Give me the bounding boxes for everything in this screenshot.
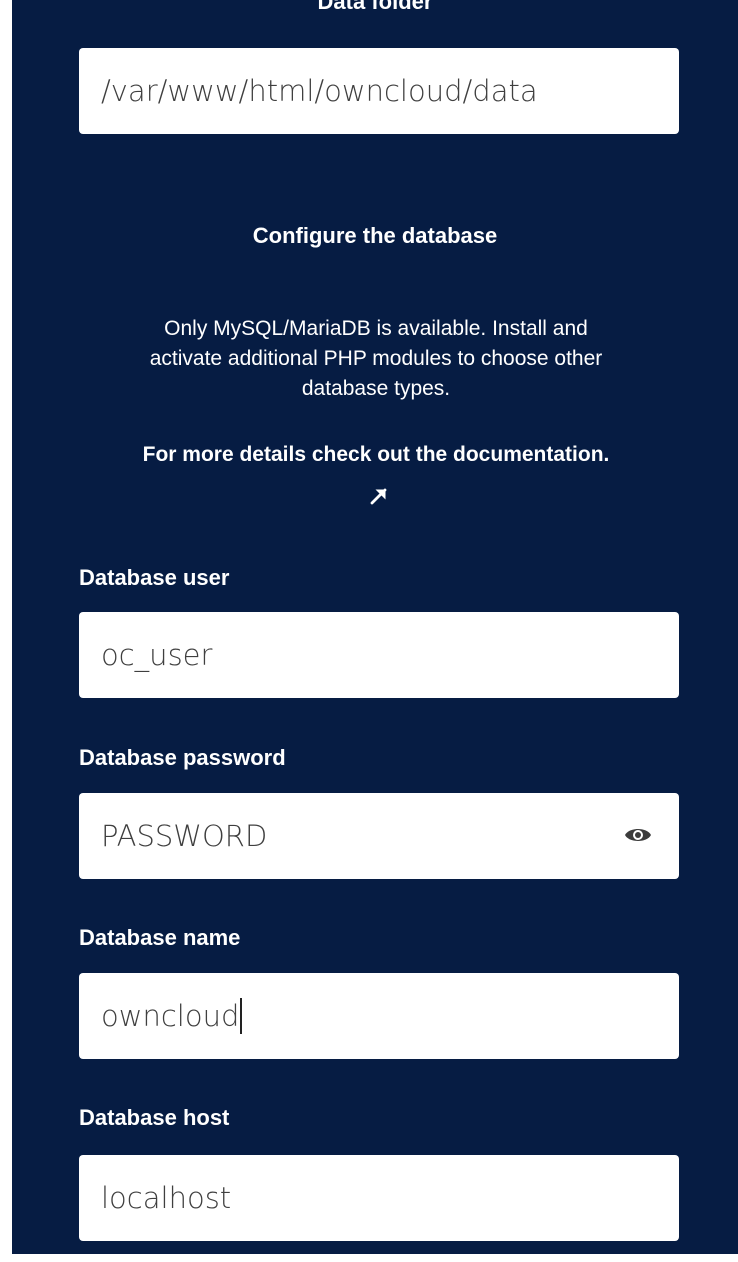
documentation-link[interactable]: For more details check out the documenta… [76, 440, 676, 470]
database-host-value: localhost [101, 1181, 232, 1215]
database-password-value: PASSWORD [101, 819, 268, 853]
database-host-input[interactable]: localhost [79, 1155, 679, 1241]
external-link-arrow-icon[interactable] [367, 484, 391, 508]
text-cursor [240, 998, 243, 1034]
database-user-value: oc_user [101, 638, 213, 672]
database-info-line: Only MySQL/MariaDB is available. Install… [164, 317, 588, 340]
database-name-value: owncloud [101, 999, 240, 1033]
data-folder-title: Data folder [317, 0, 433, 14]
data-folder-input[interactable]: /var/www/html/owncloud/data [79, 48, 679, 134]
database-host-label: Database host [79, 1105, 230, 1130]
database-info-line: database types. [301, 377, 451, 400]
data-folder-value: /var/www/html/owncloud/data [101, 74, 538, 108]
database-info-line: activate additional PHP modules to choos… [149, 347, 603, 370]
database-info-text: Only MySQL/MariaDB is available. Install… [76, 314, 676, 404]
database-password-input[interactable]: PASSWORD [79, 793, 679, 879]
database-name-label: Database name [79, 925, 241, 950]
setup-panel: Data folder /var/www/html/owncloud/data … [12, 0, 738, 1254]
eye-icon[interactable] [624, 824, 652, 846]
database-name-input[interactable]: owncloud [79, 973, 679, 1059]
database-password-label: Database password [79, 745, 286, 770]
database-user-input[interactable]: oc_user [79, 612, 679, 698]
database-user-label: Database user [79, 565, 230, 590]
bottom-window-edge [0, 1254, 738, 1262]
left-window-edge [0, 0, 12, 1262]
configure-database-title: Configure the database [252, 223, 498, 248]
